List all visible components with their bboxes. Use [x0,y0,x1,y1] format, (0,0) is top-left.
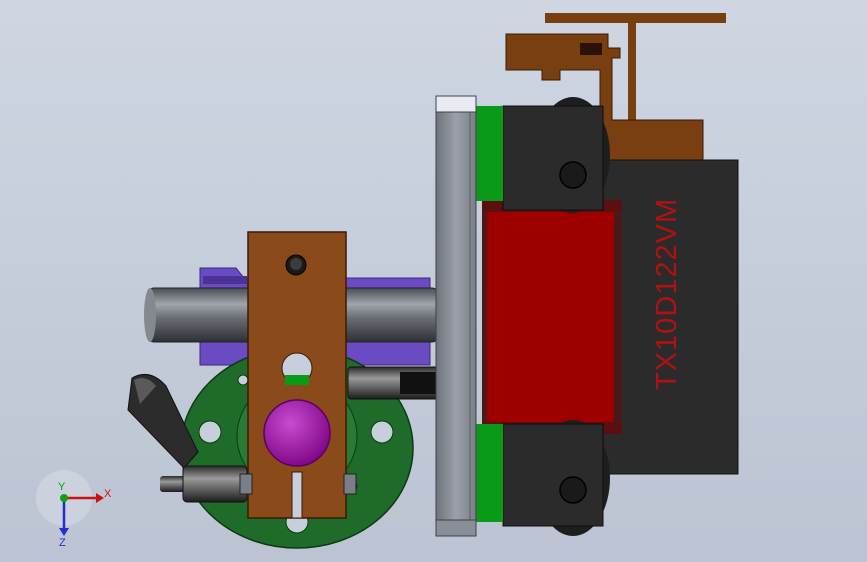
hex-bolt[interactable] [160,465,248,503]
upper-guide-block[interactable] [470,97,610,213]
model-label: TX10D122VM [651,198,683,390]
bolt-hole-icon [198,420,222,444]
screw-hole-icon [559,476,587,504]
piston-rod[interactable] [347,366,440,400]
adjust-knob[interactable] [263,399,331,467]
cad-viewport[interactable]: TX10D122VM 3 1 / 3 3 E [0,0,867,562]
screw-hole-icon [559,161,587,189]
bolt-hole-icon [237,374,249,386]
clamp-plate[interactable] [239,231,357,519]
z-axis-label: Z [59,537,66,549]
bolt-hole-icon [370,420,394,444]
assembly-view[interactable]: TX10D122VM 3 1 / 3 3 E [0,0,867,562]
coordinate-triad[interactable]: X Y Z [36,470,112,549]
linear-rail[interactable] [435,95,477,537]
x-axis-label: X [104,488,112,500]
lower-guide-block[interactable] [470,420,610,536]
y-axis-label: Y [58,481,66,493]
cylinder-body[interactable] [482,200,622,434]
